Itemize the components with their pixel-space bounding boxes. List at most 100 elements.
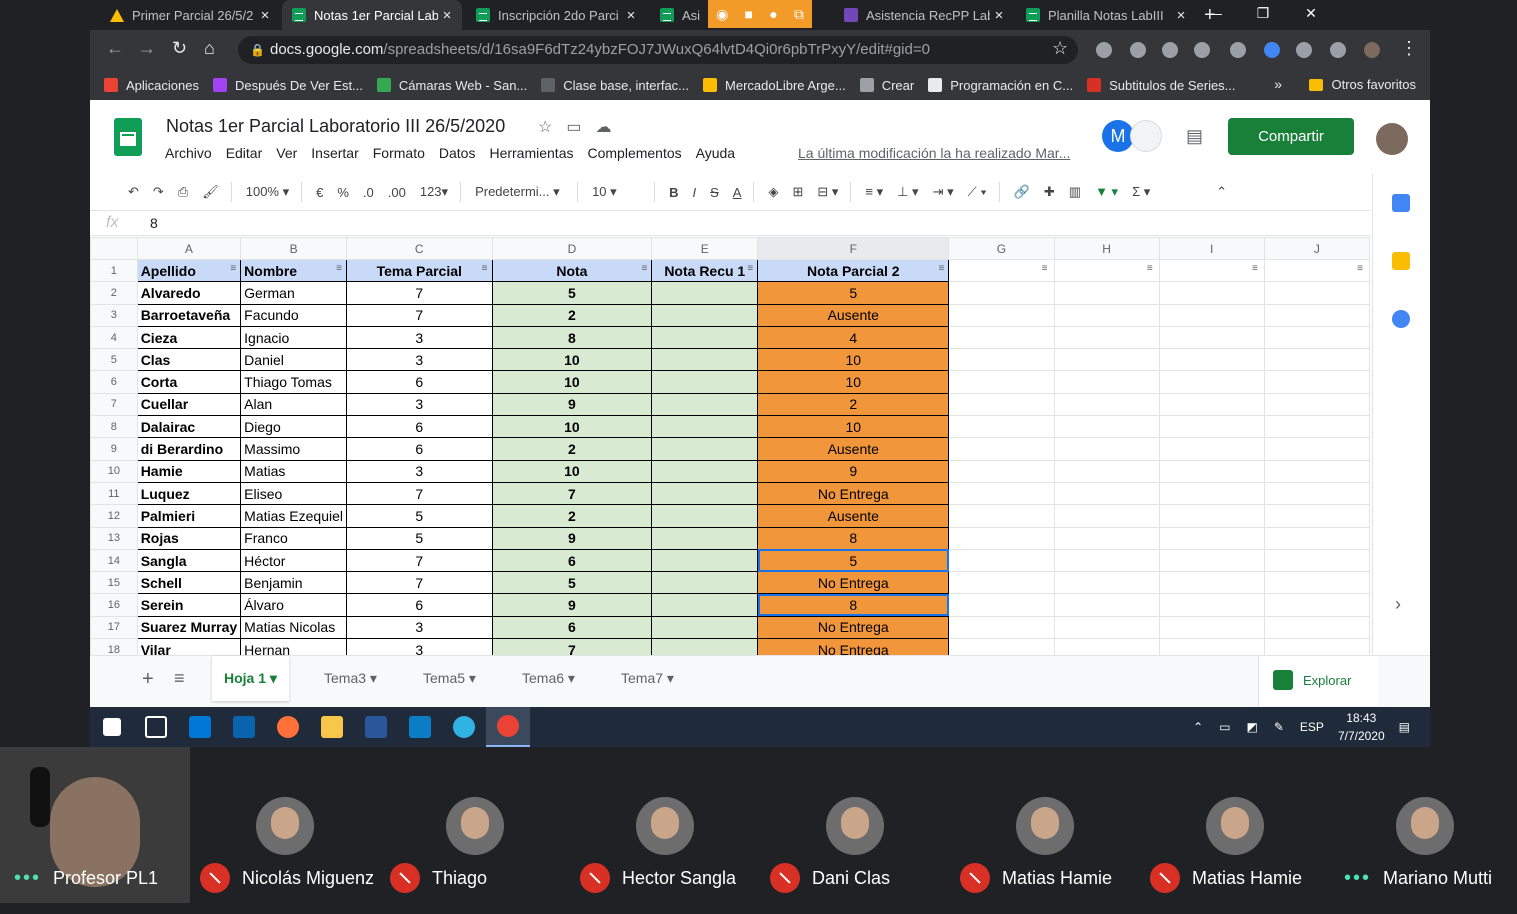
cell-nombre[interactable]: Ignacio bbox=[240, 325, 347, 350]
bookmark[interactable]: Cámaras Web - San... bbox=[376, 78, 527, 93]
menu-ver[interactable]: Ver bbox=[276, 145, 297, 161]
bookmark[interactable]: Subtitulos de Series... bbox=[1087, 78, 1236, 93]
share-screen-icon[interactable]: ⧉ bbox=[794, 6, 804, 23]
cell-apellido[interactable]: Barroetaveña bbox=[136, 303, 242, 327]
cell-tema[interactable]: 3 bbox=[346, 392, 493, 417]
pen-icon[interactable]: ✎ bbox=[1274, 720, 1284, 734]
menu-editar[interactable]: Editar bbox=[226, 145, 263, 161]
cell-nota-recu[interactable] bbox=[651, 571, 759, 595]
cell-nota-parcial-2[interactable]: 10 bbox=[757, 415, 950, 439]
paint-format-icon[interactable]: 🖌 bbox=[202, 184, 219, 200]
currency-format-button[interactable]: € bbox=[316, 185, 323, 200]
row-header[interactable]: 17 bbox=[90, 615, 138, 640]
edge-button[interactable] bbox=[442, 707, 486, 747]
cell-nota[interactable]: 9 bbox=[491, 392, 653, 417]
grid-cell[interactable] bbox=[1053, 638, 1160, 655]
insert-chart-icon[interactable]: ▥ bbox=[1069, 184, 1081, 200]
notifications-icon[interactable]: ▤ bbox=[1399, 720, 1410, 734]
cell-nota[interactable]: 7 bbox=[491, 638, 653, 655]
grid-cell[interactable] bbox=[1263, 348, 1370, 372]
borders-icon[interactable]: ⊞ bbox=[792, 184, 803, 200]
row-header[interactable]: 3 bbox=[90, 303, 138, 327]
filter-icon[interactable]: ≡ bbox=[482, 263, 488, 274]
account-avatar[interactable] bbox=[1376, 123, 1408, 155]
increase-decimals-button[interactable]: .00 bbox=[388, 185, 406, 200]
cell-apellido[interactable]: Suarez Murray bbox=[136, 615, 242, 640]
bookmark[interactable]: Clase base, interfac... bbox=[541, 78, 689, 93]
collapse-toolbar-icon[interactable]: ⌃ bbox=[1216, 184, 1227, 200]
grid-cell[interactable] bbox=[1053, 392, 1160, 417]
cell-nota-parcial-2[interactable]: 5 bbox=[757, 548, 950, 573]
menu-herramientas[interactable]: Herramientas bbox=[489, 145, 573, 161]
all-sheets-icon[interactable]: ≡ bbox=[174, 668, 185, 689]
cell-tema[interactable]: 6 bbox=[346, 593, 493, 617]
cell-nombre[interactable]: Álvaro bbox=[240, 593, 347, 617]
grid-cell[interactable] bbox=[1053, 526, 1160, 550]
cell-nota[interactable]: 2 bbox=[491, 437, 653, 461]
cell-apellido[interactable]: Hamie bbox=[136, 459, 242, 483]
grid-cell[interactable] bbox=[1053, 548, 1160, 573]
cell-apellido[interactable]: Clas bbox=[136, 348, 242, 372]
calendar-icon[interactable] bbox=[1392, 194, 1410, 212]
grid-cell[interactable]: ≡ bbox=[948, 258, 1055, 283]
extension-icon[interactable] bbox=[1096, 42, 1112, 58]
cell-nota[interactable]: 2 bbox=[491, 504, 653, 528]
menu-formato[interactable]: Formato bbox=[373, 145, 425, 161]
cell-nota-recu[interactable] bbox=[651, 325, 759, 350]
cell-nota-recu[interactable] bbox=[651, 526, 759, 550]
grid-cell[interactable] bbox=[1158, 437, 1265, 461]
grid-cell[interactable] bbox=[1263, 615, 1370, 640]
cell-nota-parcial-2[interactable]: 10 bbox=[757, 370, 950, 394]
grid-cell[interactable] bbox=[1158, 303, 1265, 327]
cell-tema[interactable]: 6 bbox=[346, 415, 493, 439]
more-bookmarks-button[interactable]: » bbox=[1274, 76, 1282, 92]
extension-icon[interactable] bbox=[1296, 42, 1312, 58]
comments-icon[interactable]: ▤ bbox=[1186, 126, 1203, 147]
column-header[interactable]: I bbox=[1158, 237, 1265, 260]
fill-color-icon[interactable]: ◈ bbox=[768, 184, 778, 200]
grid-cell[interactable] bbox=[1263, 325, 1370, 350]
grid-cell[interactable] bbox=[1053, 303, 1160, 327]
italic-icon[interactable]: I bbox=[692, 185, 696, 200]
grid-cell[interactable] bbox=[948, 526, 1055, 550]
start-button[interactable] bbox=[90, 707, 134, 747]
close-tab-icon[interactable]: × bbox=[256, 7, 274, 24]
grid-cell[interactable] bbox=[1158, 281, 1265, 305]
grid-cell[interactable]: ≡ bbox=[1158, 258, 1265, 283]
menu-datos[interactable]: Datos bbox=[439, 145, 476, 161]
mail-button[interactable] bbox=[222, 707, 266, 747]
cell-tema[interactable]: 3 bbox=[346, 638, 493, 655]
battery-icon[interactable]: ▭ bbox=[1219, 720, 1230, 734]
filter-icon[interactable]: ≡ bbox=[1042, 263, 1048, 274]
grid-cell[interactable] bbox=[1053, 459, 1160, 483]
close-tab-icon[interactable]: × bbox=[990, 7, 1008, 24]
cell-apellido[interactable]: Sangla bbox=[136, 548, 242, 573]
cell-nota-recu[interactable] bbox=[651, 593, 759, 617]
font-family-select[interactable]: Predetermi... ▾ bbox=[475, 184, 565, 200]
cell-nota[interactable]: 10 bbox=[491, 415, 653, 439]
cell-nota-parcial-2[interactable]: 8 bbox=[757, 593, 950, 617]
cell-nota-parcial-2[interactable]: 10 bbox=[757, 348, 950, 372]
grid-cell[interactable] bbox=[1263, 281, 1370, 305]
row-header[interactable]: 5 bbox=[90, 348, 138, 372]
text-rotation-icon[interactable]: ⟋ ▾ bbox=[968, 184, 987, 200]
number-format-select[interactable]: 123▾ bbox=[420, 184, 448, 200]
bold-icon[interactable]: B bbox=[669, 185, 678, 200]
menu-complementos[interactable]: Complementos bbox=[587, 145, 681, 161]
filter-icon[interactable]: ≡ bbox=[336, 263, 342, 274]
cell-nota-recu[interactable] bbox=[651, 281, 759, 305]
cell-nombre[interactable]: Facundo bbox=[240, 303, 347, 327]
header-cell[interactable]: Nota Recu 1 ≡ bbox=[651, 258, 759, 283]
grid-cell[interactable] bbox=[948, 281, 1055, 305]
vertical-align-icon[interactable]: ⊥ ▾ bbox=[897, 184, 918, 200]
show-hidden-icons[interactable]: ⌃ bbox=[1193, 720, 1203, 734]
bookmark[interactable]: Después De Ver Est... bbox=[213, 78, 363, 93]
profile-avatar[interactable] bbox=[1364, 42, 1380, 58]
grid-cell[interactable] bbox=[1053, 481, 1160, 506]
grid-cell[interactable] bbox=[948, 638, 1055, 655]
sheet-tab-tema6[interactable]: Tema6 ▾ bbox=[510, 656, 587, 701]
close-window-icon[interactable]: ✕ bbox=[1287, 0, 1335, 28]
star-icon[interactable]: ☆ bbox=[538, 117, 552, 137]
grid-cell[interactable] bbox=[948, 593, 1055, 617]
cell-tema[interactable]: 7 bbox=[346, 481, 493, 506]
